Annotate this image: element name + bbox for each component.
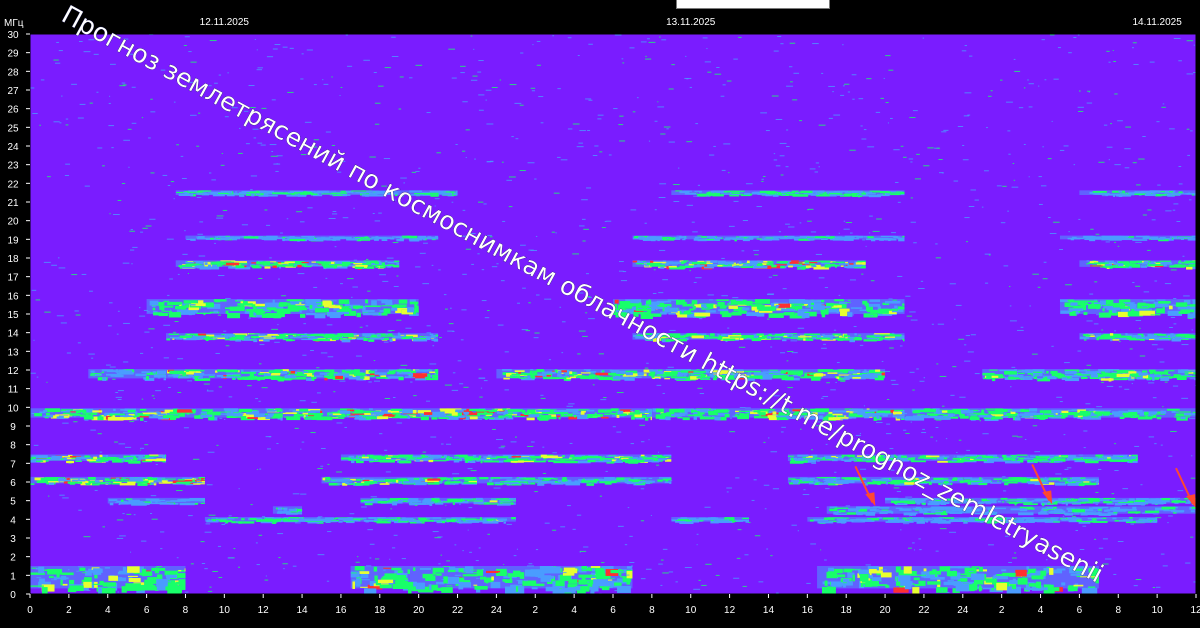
- y-tick-label-24: 24: [7, 142, 19, 153]
- x-tick-label-28: 8: [1115, 605, 1121, 616]
- x-tick-label-30: 12: [1190, 605, 1200, 616]
- x-tick-label-27: 6: [1077, 605, 1083, 616]
- x-tick-label-8: 16: [335, 605, 347, 616]
- y-tick-label-23: 23: [7, 161, 19, 172]
- x-tick-label-10: 20: [413, 605, 425, 616]
- date-label-1: 13.11.2025: [666, 17, 716, 28]
- date-labels: 12.11.2025 13.11.2025 14.11.2025: [200, 17, 1183, 28]
- x-tick-label-7: 14: [297, 605, 309, 616]
- x-tick-label-29: 10: [1152, 605, 1164, 616]
- y-tick-label-22: 22: [7, 179, 19, 190]
- y-tick-label-2: 2: [10, 553, 16, 564]
- y-tick-label-10: 10: [7, 403, 19, 414]
- x-tick-label-3: 6: [144, 605, 150, 616]
- band-2-segment-0: [272, 506, 303, 515]
- y-tick-label-13: 13: [7, 347, 19, 358]
- x-tick-label-19: 14: [763, 605, 775, 616]
- spectrogram-chart: 0123456789101112131415161718192021222324…: [4, 0, 1200, 616]
- y-tick-label-3: 3: [10, 534, 16, 545]
- y-tick-label-17: 17: [7, 273, 19, 284]
- y-tick-label-12: 12: [7, 366, 19, 377]
- y-tick-label-14: 14: [7, 329, 19, 340]
- y-tick-label-5: 5: [10, 497, 16, 508]
- y-tick-label-26: 26: [7, 105, 19, 116]
- x-tick-label-20: 16: [802, 605, 814, 616]
- y-tick-label-29: 29: [7, 49, 19, 60]
- y-tick-label-25: 25: [7, 123, 19, 134]
- x-tick-label-16: 8: [649, 605, 655, 616]
- x-tick-label-2: 4: [105, 605, 111, 616]
- y-tick-label-27: 27: [7, 86, 19, 97]
- y-tick-label-1: 1: [10, 571, 16, 582]
- date-label-2: 14.11.2025: [1132, 17, 1182, 28]
- y-tick-label-20: 20: [7, 217, 19, 228]
- y-tick-label-19: 19: [7, 235, 19, 246]
- x-tick-label-14: 4: [571, 605, 577, 616]
- y-tick-label-11: 11: [8, 385, 19, 396]
- x-tick-label-6: 12: [258, 605, 270, 616]
- y-tick-label-15: 15: [7, 310, 19, 321]
- y-tick-label-28: 28: [7, 67, 19, 78]
- y-tick-label-18: 18: [7, 254, 19, 265]
- x-tick-label-24: 24: [957, 605, 969, 616]
- x-tick-label-18: 12: [724, 605, 736, 616]
- x-tick-label-5: 10: [219, 605, 231, 616]
- x-tick-label-12: 24: [491, 605, 503, 616]
- y-tick-label-21: 21: [7, 198, 19, 209]
- x-tick-label-11: 22: [452, 605, 464, 616]
- x-tick-label-0: 0: [27, 605, 33, 616]
- x-tick-label-22: 20: [880, 605, 892, 616]
- date-label-0: 12.11.2025: [200, 17, 250, 28]
- y-tick-label-7: 7: [10, 459, 16, 470]
- x-tick-label-21: 18: [841, 605, 853, 616]
- y-tick-label-30: 30: [7, 30, 19, 41]
- band-4-segment-2: [476, 476, 672, 486]
- y-axis-unit: МГц: [4, 18, 24, 29]
- x-tick-label-1: 2: [66, 605, 72, 616]
- x-tick-label-4: 8: [183, 605, 189, 616]
- x-tick-label-26: 4: [1038, 605, 1044, 616]
- x-tick-label-17: 10: [685, 605, 697, 616]
- x-tick-label-23: 22: [918, 605, 930, 616]
- x-tick-label-9: 18: [374, 605, 386, 616]
- y-tick-label-4: 4: [10, 515, 16, 526]
- y-tick-label-8: 8: [10, 441, 16, 452]
- y-tick-label-0: 0: [10, 590, 16, 601]
- y-tick-label-16: 16: [7, 291, 19, 302]
- x-tick-label-15: 6: [610, 605, 616, 616]
- x-tick-label-25: 2: [999, 605, 1005, 616]
- y-tick-label-6: 6: [10, 478, 16, 489]
- x-tick-label-13: 2: [532, 605, 538, 616]
- y-tick-label-9: 9: [10, 422, 16, 433]
